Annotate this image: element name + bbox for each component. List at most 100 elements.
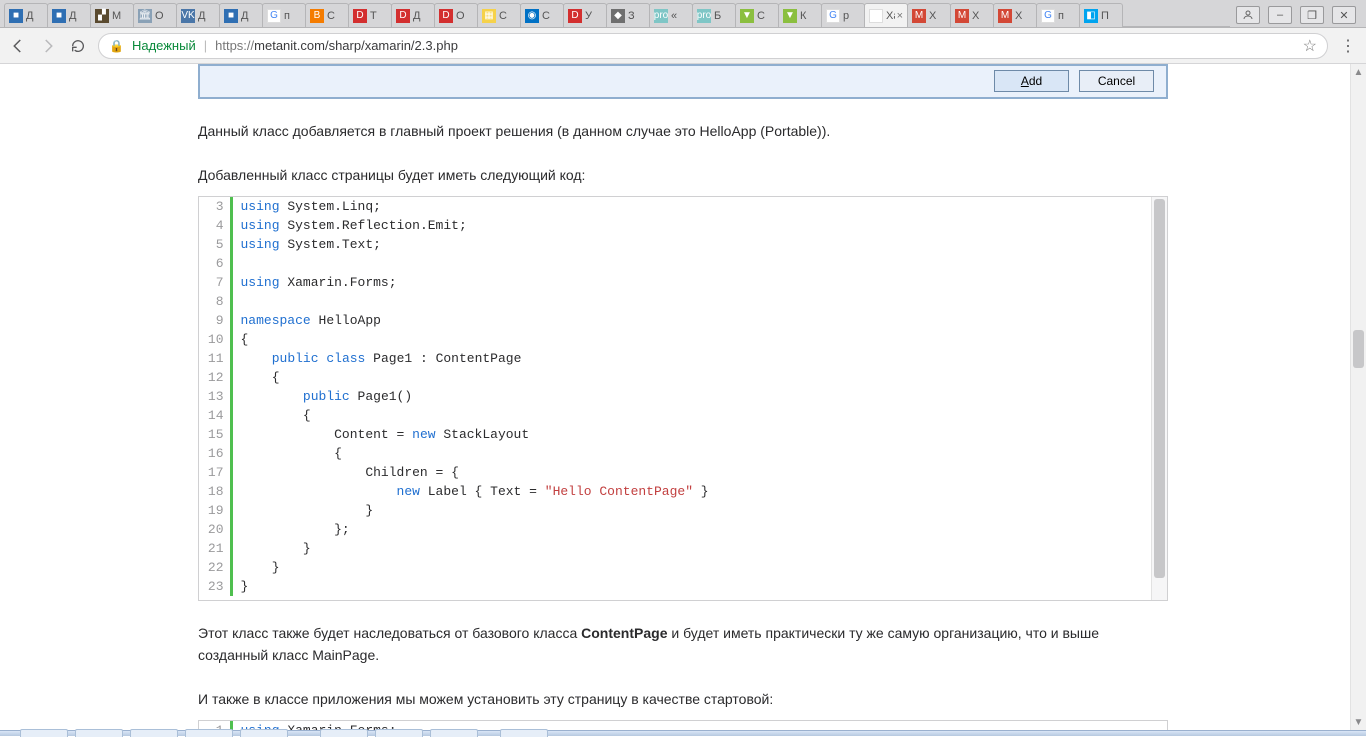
minimize-button[interactable]: – bbox=[1268, 6, 1292, 24]
page-viewport: Add Cancel Данный класс добавляется в гл… bbox=[0, 64, 1366, 730]
reload-button[interactable] bbox=[68, 36, 88, 56]
browser-tab[interactable]: ▞M bbox=[90, 3, 134, 27]
code-scrollbar[interactable] bbox=[1151, 197, 1167, 600]
tab-label: Д bbox=[413, 10, 430, 22]
tab-label: T bbox=[370, 10, 387, 22]
code-line: { bbox=[231, 444, 1167, 463]
tab-favicon-icon: pro bbox=[697, 9, 711, 23]
taskbar[interactable] bbox=[0, 730, 1366, 736]
code-line: namespace HelloApp bbox=[231, 311, 1167, 330]
tab-favicon-icon: ▦ bbox=[482, 9, 496, 23]
tab-label: Д bbox=[69, 10, 86, 22]
code-line: } bbox=[231, 501, 1167, 520]
back-button[interactable] bbox=[8, 36, 28, 56]
tab-label: O bbox=[456, 10, 473, 22]
tab-label: « bbox=[671, 10, 688, 22]
code-line: { bbox=[231, 368, 1167, 387]
browser-tab[interactable]: BC bbox=[305, 3, 349, 27]
browser-tab[interactable]: ◧П bbox=[1079, 3, 1123, 27]
line-number: 15 bbox=[199, 425, 231, 444]
browser-tab[interactable]: Gп bbox=[262, 3, 306, 27]
address-bar[interactable]: 🔒 Надежный | https://metanit.com/sharp/x… bbox=[98, 33, 1328, 59]
url-separator: | bbox=[204, 38, 207, 53]
browser-tab[interactable]: VKД bbox=[176, 3, 220, 27]
tab-label: р bbox=[843, 10, 860, 22]
browser-tab[interactable]: DУ bbox=[563, 3, 607, 27]
code-block-1: 3using System.Linq;4using System.Reflect… bbox=[198, 196, 1168, 601]
tab-close-icon[interactable]: × bbox=[897, 10, 903, 22]
browser-tab[interactable]: ■Д bbox=[47, 3, 91, 27]
lock-icon: 🔒 bbox=[109, 39, 124, 53]
paragraph: Этот класс также будет наследоваться от … bbox=[198, 623, 1168, 666]
tab-favicon-icon: ▼ bbox=[783, 9, 797, 23]
code-line: } bbox=[231, 539, 1167, 558]
paragraph: И также в классе приложения мы можем уст… bbox=[198, 689, 1168, 711]
forward-button[interactable] bbox=[38, 36, 58, 56]
maximize-button[interactable]: ❐ bbox=[1300, 6, 1324, 24]
browser-tab[interactable]: 🏛O bbox=[133, 3, 177, 27]
inline-term: ContentPage bbox=[581, 625, 667, 641]
tab-label: п bbox=[1058, 10, 1075, 22]
browser-tab[interactable]: DД bbox=[391, 3, 435, 27]
article-body: Данный класс добавляется в главный проек… bbox=[198, 121, 1168, 730]
code-line: } bbox=[231, 577, 1167, 596]
tab-favicon-icon: B bbox=[310, 9, 324, 23]
tab-favicon-icon: G bbox=[826, 9, 840, 23]
code-line: using System.Reflection.Emit; bbox=[231, 216, 1167, 235]
tab-label: П bbox=[1101, 10, 1118, 22]
browser-tab[interactable]: ▼К bbox=[778, 3, 822, 27]
scrollbar-thumb[interactable] bbox=[1353, 330, 1364, 368]
tab-favicon-icon: D bbox=[439, 9, 453, 23]
tab-favicon-icon: ■ bbox=[52, 9, 66, 23]
scrollbar-thumb[interactable] bbox=[1154, 199, 1165, 578]
scroll-down-button[interactable]: ▼ bbox=[1351, 714, 1366, 730]
tab-favicon-icon: ◧ bbox=[1084, 9, 1098, 23]
tab-favicon-icon: M bbox=[912, 9, 926, 23]
browser-toolbar: 🔒 Надежный | https://metanit.com/sharp/x… bbox=[0, 28, 1366, 64]
browser-tab[interactable]: ▦C bbox=[477, 3, 521, 27]
browser-tab[interactable]: pro« bbox=[649, 3, 693, 27]
browser-tab[interactable]: ■Д bbox=[219, 3, 263, 27]
browser-tab[interactable]: MX bbox=[950, 3, 994, 27]
close-window-button[interactable]: ✕ bbox=[1332, 6, 1356, 24]
line-number: 5 bbox=[199, 235, 231, 254]
code-line: using System.Linq; bbox=[231, 197, 1167, 216]
code-line bbox=[231, 254, 1167, 273]
code-line: using System.Text; bbox=[231, 235, 1167, 254]
tab-label: З bbox=[628, 10, 645, 22]
browser-tab[interactable]: MX bbox=[993, 3, 1037, 27]
code-line: using Xamarin.Forms; bbox=[231, 273, 1167, 292]
line-number: 18 bbox=[199, 482, 231, 501]
tab-label: У bbox=[585, 10, 602, 22]
browser-tab[interactable]: ■Д bbox=[4, 3, 48, 27]
dialog-cancel-button[interactable]: Cancel bbox=[1079, 70, 1154, 92]
profile-button[interactable] bbox=[1236, 6, 1260, 24]
article-column: Add Cancel Данный класс добавляется в гл… bbox=[198, 64, 1168, 730]
browser-tab[interactable]: Xa× bbox=[864, 3, 908, 27]
tab-label: C bbox=[499, 10, 516, 22]
page-scrollbar[interactable]: ▲ ▼ bbox=[1350, 64, 1366, 730]
vs-add-item-dialog: Add Cancel bbox=[198, 64, 1168, 99]
line-number: 14 bbox=[199, 406, 231, 425]
scroll-up-button[interactable]: ▲ bbox=[1351, 64, 1366, 80]
line-number: 10 bbox=[199, 330, 231, 349]
browser-tab[interactable]: Gр bbox=[821, 3, 865, 27]
browser-tab[interactable]: ▼C bbox=[735, 3, 779, 27]
browser-tab[interactable]: proБ bbox=[692, 3, 736, 27]
dialog-add-button[interactable]: Add bbox=[994, 70, 1069, 92]
tab-label: Д bbox=[198, 10, 215, 22]
window-controls: – ❐ ✕ bbox=[1230, 3, 1362, 27]
browser-tab[interactable]: ◆З bbox=[606, 3, 650, 27]
tab-label: X bbox=[929, 10, 946, 22]
browser-menu-button[interactable]: ⋮ bbox=[1338, 36, 1358, 56]
browser-tab[interactable]: DO bbox=[434, 3, 478, 27]
tab-label: X bbox=[1015, 10, 1032, 22]
browser-tabstrip: ■Д■Д▞M🏛OVKД■ДGпBCDTDДDO▦C◉CDУ◆Зpro«proБ▼… bbox=[0, 0, 1366, 28]
tab-label: Б bbox=[714, 10, 731, 22]
browser-tab[interactable]: DT bbox=[348, 3, 392, 27]
browser-tab[interactable]: MX bbox=[907, 3, 951, 27]
bookmark-star-icon[interactable]: ☆ bbox=[1303, 36, 1317, 56]
browser-tab[interactable]: ◉C bbox=[520, 3, 564, 27]
tab-favicon-icon: ◉ bbox=[525, 9, 539, 23]
browser-tab[interactable]: Gп bbox=[1036, 3, 1080, 27]
